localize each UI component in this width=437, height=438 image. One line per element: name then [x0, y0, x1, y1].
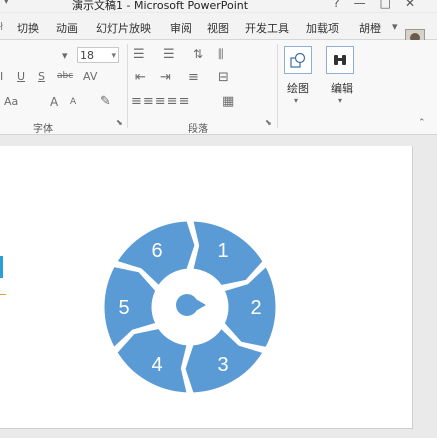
tab-addins[interactable]: 加载项 — [306, 20, 339, 36]
line-spacing-icon[interactable]: ⇅ — [193, 47, 203, 61]
cycle-segment-label: 1 — [217, 240, 228, 262]
cycle-segment-label: 3 — [217, 354, 228, 376]
drawing-button[interactable] — [284, 46, 312, 74]
columns-icon[interactable]: ⫼ — [218, 47, 224, 62]
ribbon-tabs: ł 切换 动画 幻灯片放映 审阅 视图 开发工具 加载项 胡橙 ▾ — [0, 13, 437, 51]
alignment-buttons[interactable]: ≡≡≡≡≡ — [131, 94, 190, 109]
window-controls: ?—□✕ — [333, 0, 429, 10]
cycle-diagram[interactable]: 1 2 3 4 5 6 — [0, 146, 412, 428]
qat-dropdown-icon[interactable]: ▾ — [4, 0, 9, 7]
ribbon-divider — [127, 44, 128, 128]
ribbon-divider — [277, 44, 278, 128]
paragraph-dialog-launcher-icon[interactable]: ⬊ — [265, 118, 272, 127]
editing-dropdown-icon[interactable]: ▾ — [338, 96, 342, 105]
shadow-button[interactable]: S — [38, 70, 45, 83]
editing-button[interactable] — [326, 46, 354, 74]
font-dialog-launcher-icon[interactable]: ⬊ — [116, 118, 123, 127]
tab-slideshow[interactable]: 幻灯片放映 — [96, 20, 151, 36]
char-spacing-button[interactable]: AV — [83, 70, 97, 83]
tab-developer[interactable]: 开发工具 — [245, 20, 289, 36]
font-size-value: 18 — [80, 49, 94, 62]
slide[interactable]: 1 2 3 4 5 6 — [0, 146, 413, 429]
tab-user[interactable]: 胡橙 — [359, 20, 381, 36]
strikethrough-button[interactable]: abc — [57, 71, 73, 81]
tab-transitions[interactable]: 切换 — [17, 20, 39, 36]
tab-scroll-left[interactable]: ł — [0, 20, 3, 33]
clear-formatting-icon[interactable]: ✎ — [100, 94, 111, 109]
cycle-segment-label: 4 — [151, 354, 162, 376]
user-menu-chevron-icon[interactable]: ▾ — [392, 20, 398, 33]
binoculars-icon — [334, 55, 346, 65]
increase-indent-icon[interactable]: ⇥ — [160, 70, 171, 85]
increase-font-button[interactable]: A — [50, 95, 58, 109]
underline-button[interactable]: U — [17, 70, 25, 83]
collapse-ribbon-icon[interactable]: ⌃ — [418, 118, 426, 128]
italic-button[interactable]: I — [0, 70, 3, 83]
editing-label: 编辑 — [331, 82, 353, 95]
tab-view[interactable]: 视图 — [207, 20, 229, 36]
cycle-segment-label: 5 — [118, 297, 129, 319]
tab-review[interactable]: 审阅 — [170, 20, 192, 36]
font-size-dropdown-icon[interactable]: ▾ — [111, 48, 116, 64]
bullets-icon[interactable]: ☰ — [133, 47, 145, 62]
drawing-label: 绘图 — [287, 82, 309, 95]
cycle-segment-label: 6 — [151, 240, 162, 262]
title-bar: ▾ 演示文稿1 - Microsoft PowerPoint ?—□✕ — [0, 0, 437, 12]
tab-animations[interactable]: 动画 — [56, 20, 78, 36]
align-text-icon[interactable]: ⊟ — [218, 70, 229, 85]
change-case-button[interactable]: Aa — [4, 95, 18, 108]
cycle-segment-label: 2 — [250, 297, 261, 319]
minimize-button[interactable]: — — [354, 0, 380, 10]
shapes-icon — [290, 52, 306, 68]
group-label-font: 字体 — [33, 124, 53, 135]
center-arrow-icon — [176, 294, 206, 316]
numbering-icon[interactable]: ☰ — [163, 47, 175, 62]
smartart-icon[interactable]: ▦ — [222, 94, 234, 109]
close-button[interactable]: ✕ — [405, 0, 429, 10]
decrease-font-button[interactable]: A — [70, 97, 76, 107]
editor-canvas: 1 2 3 4 5 6 — [0, 136, 437, 438]
font-size-box[interactable]: 18 ▾ — [77, 47, 119, 63]
drawing-dropdown-icon[interactable]: ▾ — [294, 96, 298, 105]
decrease-indent-icon[interactable]: ⇤ — [135, 70, 146, 85]
font-name-dropdown-icon[interactable]: ▾ — [62, 49, 68, 62]
window-title: 演示文稿1 - Microsoft PowerPoint — [72, 0, 249, 12]
maximize-button[interactable]: □ — [380, 0, 405, 10]
help-button[interactable]: ? — [333, 0, 353, 10]
text-direction-icon[interactable]: ≡ — [188, 70, 199, 85]
group-label-paragraph: 段落 — [188, 124, 208, 135]
